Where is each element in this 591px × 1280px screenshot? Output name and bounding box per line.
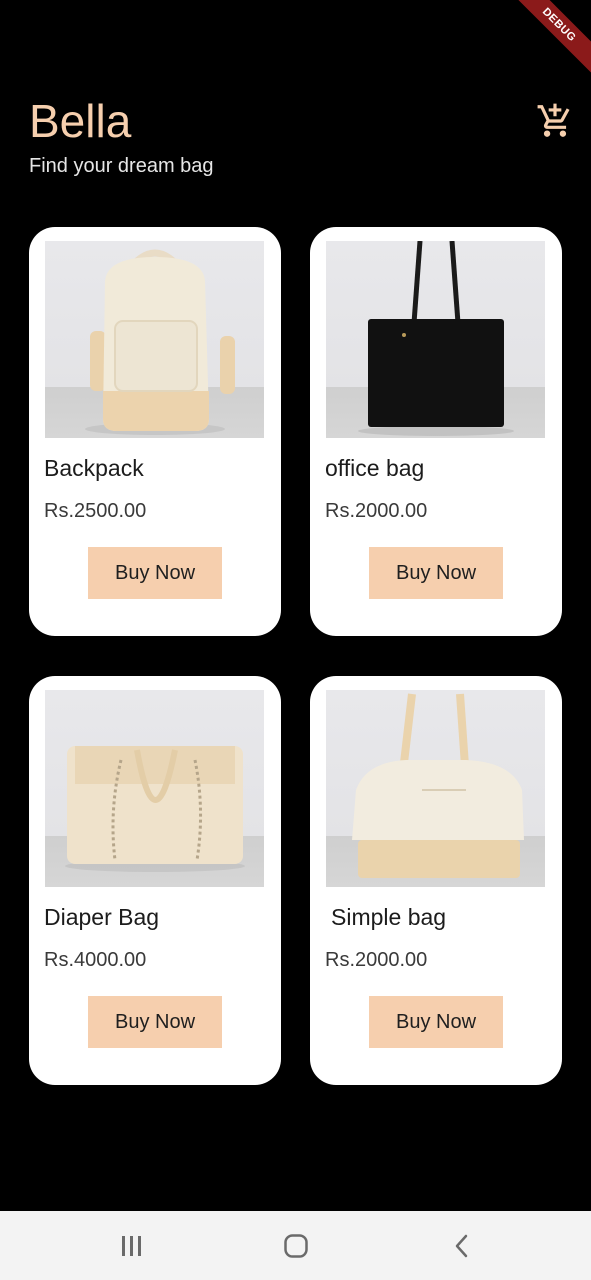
- buy-now-button[interactable]: Buy Now: [369, 996, 503, 1048]
- screen: DEBUG Bella Find your dream bag Backpack: [0, 0, 591, 1280]
- backpack-image: [45, 241, 264, 438]
- diaper-bag-image: [45, 690, 264, 887]
- product-card[interactable]: Simple bag Rs.2000.00 Buy Now: [310, 676, 562, 1085]
- recents-button[interactable]: [92, 1211, 172, 1280]
- product-card[interactable]: Backpack Rs.2500.00 Buy Now: [29, 227, 281, 636]
- back-icon: [455, 1234, 468, 1257]
- product-name: Diaper Bag: [44, 904, 160, 930]
- office-bag-image: [326, 241, 545, 438]
- simple-bag-image: [326, 690, 545, 887]
- product-name: Backpack: [44, 455, 144, 481]
- recents-icon: [122, 1235, 141, 1256]
- add-to-cart-button[interactable]: [534, 100, 576, 142]
- buy-now-button[interactable]: Buy Now: [88, 547, 222, 599]
- buy-now-button[interactable]: Buy Now: [88, 996, 222, 1048]
- home-icon: [284, 1233, 308, 1258]
- home-button[interactable]: [256, 1211, 336, 1280]
- product-price: Rs.4000.00: [44, 949, 147, 971]
- app-title: Bella: [29, 95, 132, 147]
- debug-banner: DEBUG: [508, 0, 591, 76]
- product-price: Rs.2000.00: [325, 949, 428, 971]
- product-price: Rs.2500.00: [44, 500, 147, 522]
- product-price: Rs.2000.00: [325, 500, 428, 522]
- product-name: Simple bag: [331, 904, 447, 930]
- product-name: office bag: [325, 455, 425, 481]
- app-subtitle: Find your dream bag: [29, 155, 214, 177]
- system-navigation-bar: [0, 1211, 591, 1280]
- back-button[interactable]: [422, 1211, 502, 1280]
- product-card[interactable]: Diaper Bag Rs.4000.00 Buy Now: [29, 676, 281, 1085]
- product-card[interactable]: office bag Rs.2000.00 Buy Now: [310, 227, 562, 636]
- buy-now-button[interactable]: Buy Now: [369, 547, 503, 599]
- add-shopping-cart-icon: [537, 103, 570, 137]
